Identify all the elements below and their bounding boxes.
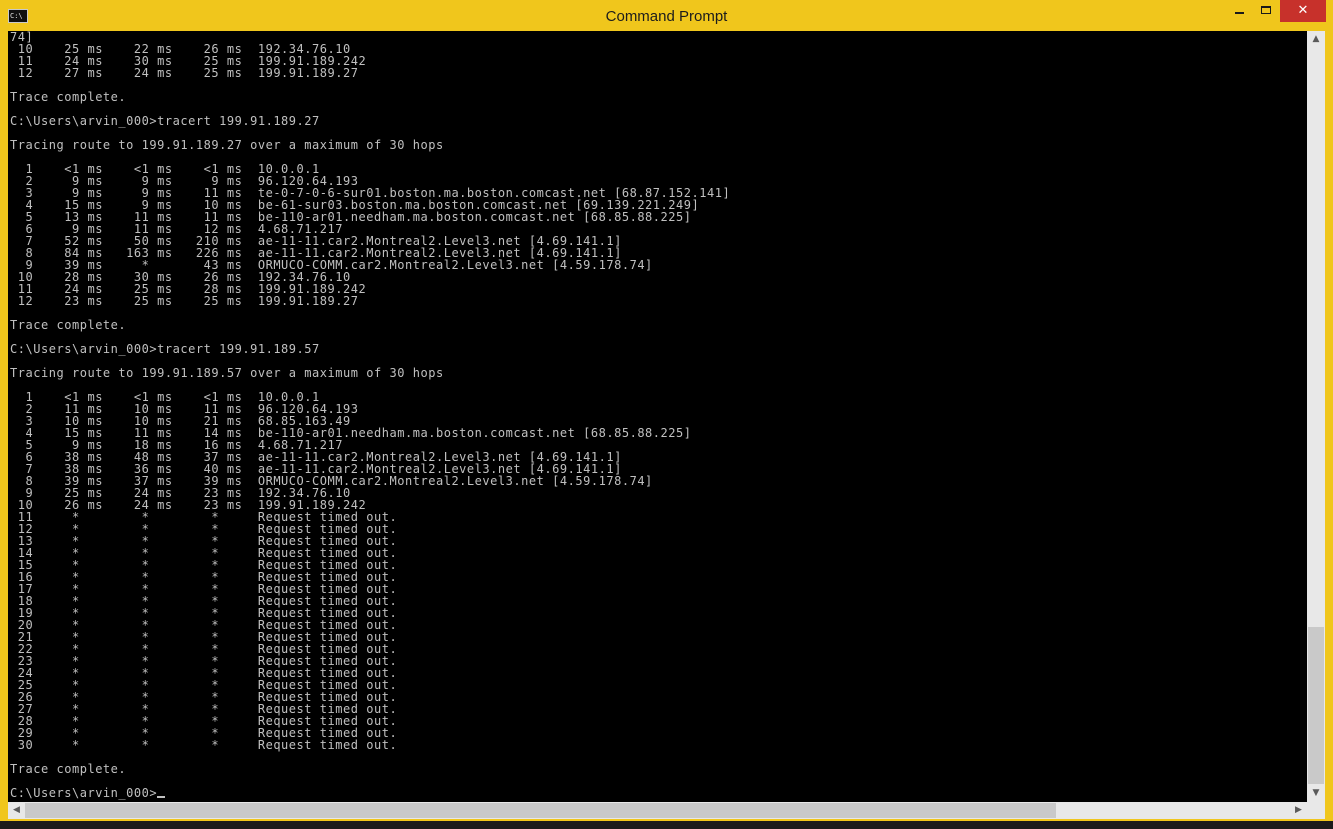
console-line: Trace complete. (10, 318, 127, 332)
maximize-button[interactable] (1252, 0, 1280, 22)
scroll-up-arrow-icon[interactable]: ▲ (1307, 31, 1325, 48)
scroll-down-arrow-icon[interactable]: ▼ (1307, 785, 1325, 802)
close-button[interactable]: ✕ (1280, 0, 1326, 22)
window-title: Command Prompt (605, 8, 728, 25)
close-icon: ✕ (1297, 3, 1309, 18)
console-line: C:\Users\arvin_000>tracert 199.91.189.57 (10, 342, 320, 356)
console-line: Tracing route to 199.91.189.27 over a ma… (10, 138, 444, 152)
prompt-text: C:\Users\arvin_000> (10, 786, 158, 800)
vertical-scroll-thumb[interactable] (1308, 627, 1324, 784)
scroll-left-arrow-icon[interactable]: ◀ (8, 802, 25, 819)
console-output-area[interactable]: 74] 10 25 ms 22 ms 26 ms 192.34.76.10 11… (8, 31, 1307, 802)
console-line: 12 27 ms 24 ms 25 ms 199.91.189.27 (10, 66, 359, 80)
console-line: Tracing route to 199.91.189.57 over a ma… (10, 366, 444, 380)
console-line: Trace complete. (10, 762, 127, 776)
vertical-scrollbar[interactable]: ▲ ▼ (1307, 31, 1325, 802)
console-text: 74] 10 25 ms 22 ms 26 ms 192.34.76.10 11… (8, 31, 1307, 787)
minimize-icon (1235, 12, 1244, 14)
desktop-background-strip (0, 821, 1333, 829)
maximize-icon (1261, 6, 1271, 14)
command-prompt-line[interactable]: C:\Users\arvin_000> (8, 787, 1307, 799)
horizontal-scrollbar[interactable]: ◀ ▶ (8, 802, 1307, 819)
scroll-right-arrow-icon[interactable]: ▶ (1290, 802, 1307, 819)
scrollbar-corner (1307, 802, 1325, 819)
console-line: 30 * * * Request timed out. (10, 738, 398, 752)
command-prompt-window: C:\ Command Prompt ✕ 74] 10 25 ms 22 ms … (0, 0, 1333, 829)
horizontal-scroll-thumb[interactable] (25, 803, 1056, 818)
console-line: C:\Users\arvin_000>tracert 199.91.189.27 (10, 114, 320, 128)
console-line: Trace complete. (10, 90, 127, 104)
title-bar[interactable]: C:\ Command Prompt ✕ (0, 0, 1333, 31)
text-cursor (157, 796, 166, 798)
minimize-button[interactable] (1224, 0, 1254, 22)
console-line: 12 23 ms 25 ms 25 ms 199.91.189.27 (10, 294, 359, 308)
